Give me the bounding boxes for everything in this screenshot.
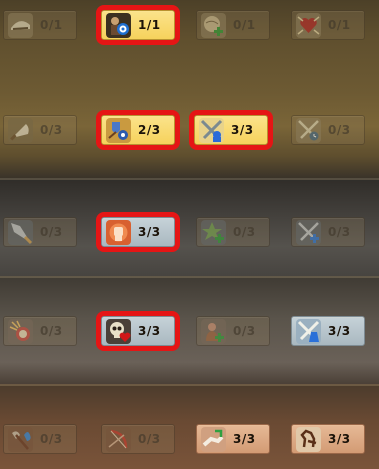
- crossed-swords-clock-icon: [296, 118, 321, 143]
- talent-count: 0/1: [328, 18, 351, 32]
- talent-count: 0/1: [233, 18, 256, 32]
- talent-count: 3/3: [231, 123, 254, 137]
- target-rays-icon: [8, 319, 33, 344]
- talent-raised-fist[interactable]: 3/3: [96, 212, 180, 252]
- row-divider: [0, 276, 379, 278]
- talent-bow-arrow[interactable]: 0/3: [101, 424, 175, 454]
- talent-count: 3/3: [233, 432, 256, 446]
- talent-count: 0/3: [40, 123, 63, 137]
- crossed-swords-plus-icon: [296, 220, 321, 245]
- crossed-swords-unit-icon: [199, 118, 224, 143]
- talent-count: 0/3: [328, 225, 351, 239]
- talent-count: 0/3: [233, 225, 256, 239]
- blade-slash-icon: [8, 118, 33, 143]
- talent-count: 3/3: [138, 225, 161, 239]
- talent-money-bag-plus[interactable]: 0/3: [196, 316, 270, 346]
- talent-globe-plus[interactable]: 0/1: [196, 10, 270, 40]
- talent-rearing-horse[interactable]: 3/3: [291, 424, 365, 454]
- talent-count: 0/3: [138, 432, 161, 446]
- talent-star-plus[interactable]: 0/3: [196, 217, 270, 247]
- helmet-icon: [8, 13, 33, 38]
- row-divider: [0, 384, 379, 386]
- talent-archer-target[interactable]: 1/1: [96, 5, 180, 45]
- talent-count: 0/3: [40, 225, 63, 239]
- row-divider: [0, 178, 379, 180]
- talent-count: 0/3: [328, 123, 351, 137]
- talent-crossed-swords-unit[interactable]: 3/3: [189, 110, 273, 150]
- talent-count: 1/1: [138, 18, 161, 32]
- shield-gear-icon: [106, 118, 131, 143]
- talent-healing-hand[interactable]: 3/3: [196, 424, 270, 454]
- talent-count: 0/1: [40, 18, 63, 32]
- raised-fist-icon: [106, 220, 131, 245]
- talent-shield-gear[interactable]: 2/3: [96, 110, 180, 150]
- talent-count: 0/3: [40, 432, 63, 446]
- money-bag-plus-icon: [201, 319, 226, 344]
- talent-count: 3/3: [328, 432, 351, 446]
- talent-count: 3/3: [328, 324, 351, 338]
- talent-axe-flame[interactable]: 0/3: [3, 424, 77, 454]
- talent-count: 0/3: [233, 324, 256, 338]
- talent-crossed-swords-potion[interactable]: 3/3: [291, 316, 365, 346]
- talent-crossed-swords-plus[interactable]: 0/3: [291, 217, 365, 247]
- globe-plus-icon: [201, 13, 226, 38]
- talent-skull-heart[interactable]: 3/3: [96, 311, 180, 351]
- talent-blade-slash[interactable]: 0/3: [3, 115, 77, 145]
- skull-heart-icon: [106, 319, 131, 344]
- talent-count: 3/3: [138, 324, 161, 338]
- rearing-horse-icon: [296, 427, 321, 452]
- axe-flame-icon: [8, 427, 33, 452]
- talent-target-rays[interactable]: 0/3: [3, 316, 77, 346]
- talent-count: 0/3: [40, 324, 63, 338]
- spear-icon: [8, 220, 33, 245]
- talent-count: 2/3: [138, 123, 161, 137]
- crossed-swords-potion-icon: [296, 319, 321, 344]
- talent-heart-burst[interactable]: 0/1: [291, 10, 365, 40]
- archer-target-icon: [106, 13, 131, 38]
- bow-arrow-icon: [106, 427, 131, 452]
- healing-hand-icon: [201, 427, 226, 452]
- talent-crossed-swords-clock[interactable]: 0/3: [291, 115, 365, 145]
- heart-burst-icon: [296, 13, 321, 38]
- star-plus-icon: [201, 220, 226, 245]
- talent-helmet[interactable]: 0/1: [3, 10, 77, 40]
- talent-spear[interactable]: 0/3: [3, 217, 77, 247]
